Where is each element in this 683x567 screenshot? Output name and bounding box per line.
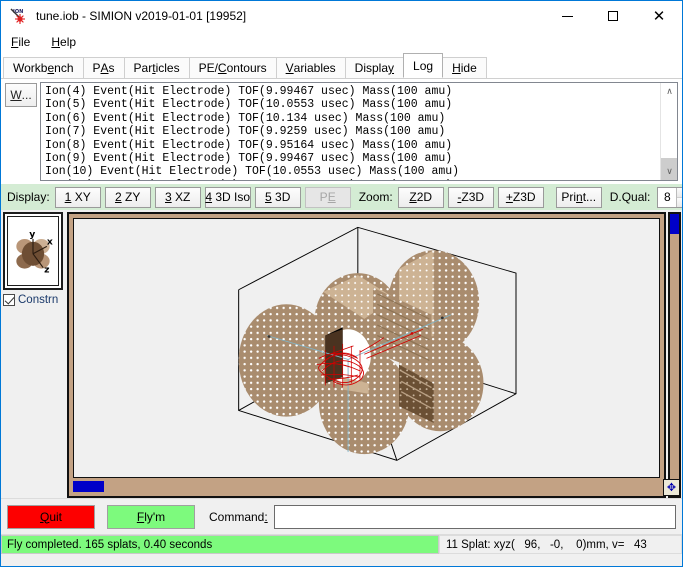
- view-button-xy[interactable]: 1 XY: [54, 186, 101, 208]
- maximize-button[interactable]: [590, 1, 636, 31]
- view-button-xz[interactable]: 3 XZ: [154, 186, 201, 208]
- orientation-widget[interactable]: y x z: [3, 212, 63, 290]
- tab-particles[interactable]: Par t icles: [123, 57, 190, 78]
- work-area: y x z Constrn ✥: [1, 210, 682, 498]
- menu-help[interactable]: Help: [49, 33, 85, 51]
- orientation-gizmo[interactable]: y x z: [7, 216, 59, 286]
- command-label: Command:: [209, 509, 268, 524]
- zoom-button-z2d[interactable]: Z 2D: [397, 186, 444, 208]
- viewport-frame: [67, 212, 666, 498]
- title-bar: ION tune.iob - SIMION v2019-01-01 [19952…: [1, 1, 682, 31]
- log-textbox[interactable]: Ion(4) Event(Hit Electrode) TOF(9.99467 …: [40, 82, 678, 181]
- flym-button[interactable]: Fly'm: [107, 504, 195, 529]
- dqual-spin-buttons[interactable]: ▲ ▼: [676, 187, 682, 207]
- view-button-3d[interactable]: 5 3D: [254, 186, 301, 208]
- viewport-pan-grip[interactable]: ✥: [663, 479, 680, 496]
- resize-grip-icon[interactable]: [668, 540, 678, 550]
- zoom-button-minus-z3d[interactable]: - Z3D: [447, 186, 494, 208]
- quit-button[interactable]: Quit: [7, 504, 95, 529]
- log-vertical-scrollbar[interactable]: ∧ ∨: [660, 83, 677, 180]
- constrain-checkbox-row[interactable]: Constrn: [3, 294, 65, 306]
- menu-file[interactable]: File: [9, 33, 39, 51]
- simion-main-window: ION tune.iob - SIMION v2019-01-01 [19952…: [0, 0, 683, 567]
- tab-hide[interactable]: Hide: [442, 57, 487, 78]
- 3d-scene: [74, 219, 659, 477]
- tab-pe-contours[interactable]: PE/Contours: [188, 57, 277, 78]
- print-button[interactable]: Pri n t...: [555, 186, 602, 208]
- log-panel: W... Ion(4) Event(Hit Electrode) TOF(9.9…: [1, 79, 682, 184]
- menu-bar: File Help: [1, 31, 682, 53]
- display-label: Display:: [7, 190, 50, 204]
- tab-log[interactable]: Log: [403, 53, 444, 78]
- view-button-zy[interactable]: 2 ZY: [104, 186, 151, 208]
- viewport-horizontal-scrollbar[interactable]: [73, 481, 660, 492]
- dqual-label: D.Qual:: [609, 190, 651, 204]
- constrain-label: Constrn: [18, 294, 59, 306]
- tab-strip: Workb e nch PAs Par t icles PE/Contours Vari…: [1, 53, 682, 79]
- view-button-pe: PE: [304, 186, 351, 208]
- display-toolbar: Display: 1 XY 2 ZY 3 XZ 4 3D Iso 5 3D PE…: [1, 184, 682, 210]
- minimize-button[interactable]: [544, 1, 590, 31]
- status-bar: Fly completed. 165 splats, 0.40 seconds …: [1, 534, 682, 554]
- constrain-checkbox[interactable]: [3, 294, 15, 306]
- status-splat-info: 11 Splat: xyz( 96, -0, 0)mm, v= 43: [439, 535, 682, 554]
- tab-workbench[interactable]: Workb e nch: [3, 57, 84, 78]
- dqual-value[interactable]: 8: [658, 187, 677, 207]
- svg-text:x: x: [47, 237, 53, 248]
- svg-text:y: y: [29, 229, 35, 240]
- svg-text:z: z: [44, 264, 49, 275]
- window-controls: ✕: [544, 1, 682, 31]
- log-scroll-track[interactable]: [661, 100, 677, 163]
- command-input[interactable]: [273, 504, 676, 529]
- left-pane: y x z Constrn: [3, 212, 65, 498]
- move-icon: ✥: [666, 481, 677, 494]
- command-bar: Quit Fly'm Command:: [1, 498, 682, 534]
- scroll-up-icon[interactable]: ∧: [661, 83, 677, 100]
- workbench-shortcut-button[interactable]: W...: [5, 83, 37, 107]
- dqual-stepper[interactable]: 8 ▲ ▼: [657, 186, 682, 208]
- tab-pas[interactable]: PAs: [82, 57, 125, 78]
- zoom-button-plus-z3d[interactable]: + Z3D: [497, 186, 544, 208]
- window-title: tune.iob - SIMION v2019-01-01 [19952]: [36, 9, 247, 23]
- viewport-vertical-scrollbar[interactable]: [668, 212, 681, 498]
- splat-info-text: 11 Splat: xyz( 96, -0, 0)mm, v= 43: [446, 538, 647, 551]
- spin-up-icon[interactable]: ▲: [677, 187, 682, 198]
- simion-ion-icon: ION: [8, 5, 30, 27]
- status-message: Fly completed. 165 splats, 0.40 seconds: [1, 535, 439, 554]
- close-button[interactable]: ✕: [636, 1, 682, 31]
- viewport-vscroll-thumb[interactable]: [670, 214, 679, 234]
- viewport-hscroll-thumb[interactable]: [73, 481, 104, 492]
- tab-display[interactable]: Displa y: [344, 57, 405, 78]
- spin-down-icon[interactable]: ▼: [677, 197, 682, 207]
- scroll-down-icon[interactable]: ∨: [661, 163, 677, 180]
- tab-variables[interactable]: Variables: [275, 57, 346, 78]
- log-lines: Ion(4) Event(Hit Electrode) TOF(9.99467 …: [45, 85, 460, 180]
- view-button-3d-iso[interactable]: 4 3D Iso: [204, 186, 251, 208]
- zoom-label: Zoom:: [358, 190, 393, 204]
- close-icon: ✕: [652, 6, 666, 25]
- 3d-view[interactable]: [73, 218, 660, 478]
